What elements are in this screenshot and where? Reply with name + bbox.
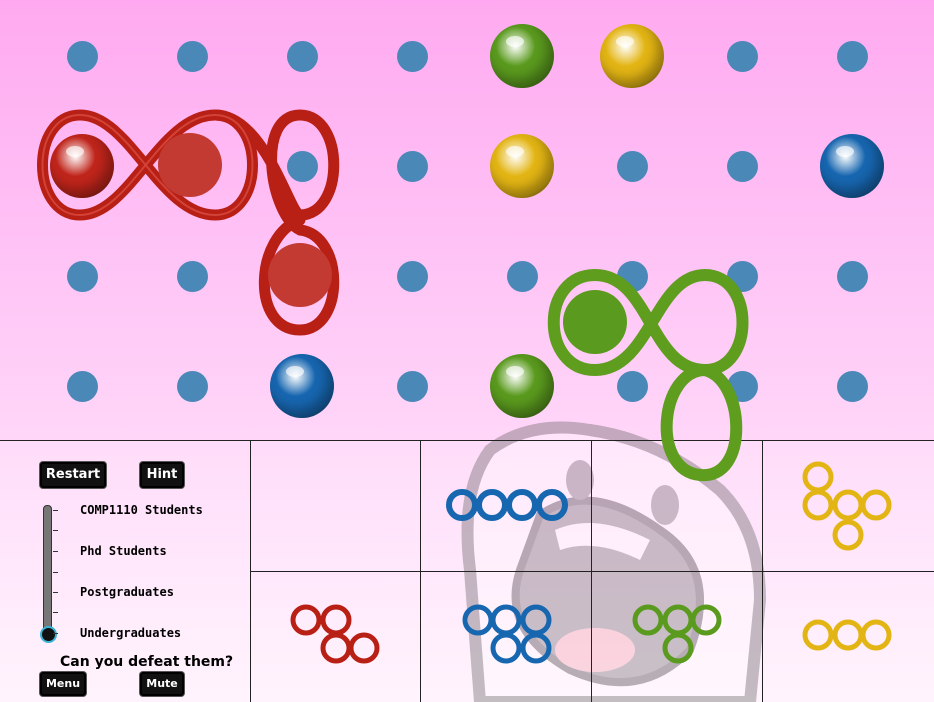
difficulty-slider[interactable] xyxy=(43,505,52,639)
slider-tick xyxy=(53,633,58,634)
tray-piece-yellow-tee xyxy=(802,461,892,551)
slider-tick xyxy=(53,572,58,573)
tray-piece-blue-line xyxy=(446,489,568,521)
challenge-text: Can you defeat them? xyxy=(60,654,234,670)
tray-piece-green xyxy=(632,604,722,664)
slider-tick xyxy=(53,510,58,511)
difficulty-level-label[interactable]: Undergraduates xyxy=(80,626,181,640)
tray-piece-yellow-line xyxy=(802,619,892,651)
difficulty-slider-thumb[interactable] xyxy=(40,626,57,643)
slider-tick xyxy=(53,530,58,531)
tray-piece-red xyxy=(290,604,380,664)
slider-tick xyxy=(53,551,58,552)
tray-piece-blue-square xyxy=(462,604,552,664)
menu-button[interactable]: Menu xyxy=(40,672,86,696)
slider-tick xyxy=(53,592,58,593)
difficulty-level-label[interactable]: Postgraduates xyxy=(80,585,174,599)
difficulty-level-label[interactable]: COMP1110 Students xyxy=(80,503,203,517)
restart-button[interactable]: Restart xyxy=(40,462,106,488)
slider-tick xyxy=(53,612,58,613)
difficulty-level-label[interactable]: Phd Students xyxy=(80,544,167,558)
mute-button[interactable]: Mute xyxy=(140,672,184,696)
hint-button[interactable]: Hint xyxy=(140,462,184,488)
